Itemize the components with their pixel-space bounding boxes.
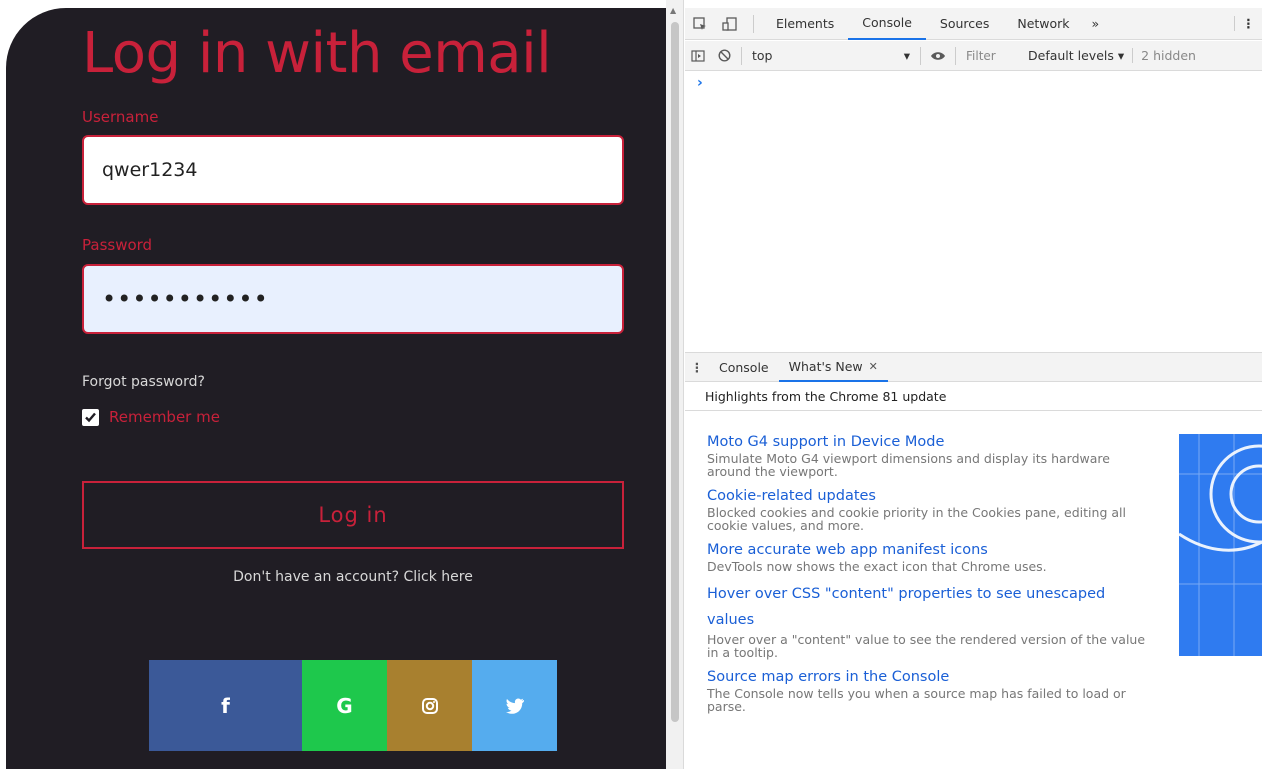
toolbar-divider bbox=[955, 46, 956, 65]
toolbar-divider bbox=[753, 14, 754, 33]
instagram-button[interactable] bbox=[387, 660, 472, 751]
facebook-button[interactable]: f bbox=[149, 660, 302, 751]
sidebar-toggle-icon[interactable] bbox=[685, 41, 711, 71]
news-link[interactable]: Hover over CSS "content" properties to s… bbox=[707, 581, 1147, 633]
list-item: Moto G4 support in Device Mode Simulate … bbox=[707, 432, 1147, 478]
clear-console-icon[interactable] bbox=[711, 41, 737, 71]
device-toolbar-icon[interactable] bbox=[715, 8, 745, 40]
drawer-menu-icon[interactable]: ⋮ bbox=[685, 360, 709, 375]
devtools-menu-icon[interactable]: ⋮ bbox=[1234, 16, 1262, 31]
instagram-icon bbox=[421, 697, 438, 714]
login-button[interactable]: Log in bbox=[82, 481, 624, 549]
check-icon bbox=[85, 412, 96, 422]
remember-me-label: Remember me bbox=[109, 408, 220, 426]
news-description: Hover over a "content" value to see the … bbox=[707, 632, 1146, 660]
console-prompt-icon: › bbox=[697, 75, 703, 91]
twitter-icon bbox=[505, 698, 524, 714]
list-item: More accurate web app manifest icons Dev… bbox=[707, 540, 1147, 573]
drawer-tab-whats-new[interactable]: What's New ✕ bbox=[778, 352, 888, 382]
password-label: Password bbox=[82, 236, 153, 254]
social-login-row: f G bbox=[149, 660, 557, 751]
list-item: Cookie-related updates Blocked cookies a… bbox=[707, 486, 1147, 532]
drawer-tabbar: ⋮ Console What's New ✕ bbox=[685, 352, 1262, 382]
more-tabs-icon[interactable]: » bbox=[1084, 16, 1108, 31]
dropdown-arrow-icon: ▾ bbox=[903, 48, 910, 63]
password-field[interactable]: ••••••••••• bbox=[82, 264, 624, 334]
facebook-icon: f bbox=[221, 693, 230, 718]
news-link[interactable]: Source map errors in the Console bbox=[707, 667, 1147, 687]
live-expression-eye-icon[interactable] bbox=[925, 41, 951, 71]
close-icon[interactable]: ✕ bbox=[869, 360, 878, 373]
news-description: Blocked cookies and cookie priority in t… bbox=[707, 505, 1126, 533]
tab-elements[interactable]: Elements bbox=[762, 8, 848, 40]
news-description: DevTools now shows the exact icon that C… bbox=[707, 559, 1047, 574]
scrollbar-thumb[interactable] bbox=[671, 22, 679, 722]
forgot-password-link[interactable]: Forgot password? bbox=[82, 374, 205, 390]
page-title: Log in with email bbox=[82, 21, 552, 86]
toolbar-divider bbox=[920, 46, 921, 65]
username-field[interactable]: qwer1234 bbox=[82, 135, 624, 205]
context-value: top bbox=[752, 48, 773, 63]
filter-input[interactable]: Filter bbox=[960, 49, 1020, 63]
remember-me-row: Remember me bbox=[82, 408, 220, 426]
login-panel: Log in with email Username qwer1234 Pass… bbox=[6, 8, 666, 769]
inspect-element-icon[interactable] bbox=[685, 8, 715, 40]
remember-me-checkbox[interactable] bbox=[82, 408, 99, 426]
username-label: Username bbox=[82, 108, 159, 126]
news-link[interactable]: More accurate web app manifest icons bbox=[707, 540, 1147, 560]
whats-new-heading: Highlights from the Chrome 81 update bbox=[685, 383, 1262, 411]
news-link[interactable]: Moto G4 support in Device Mode bbox=[707, 432, 1147, 452]
context-selector[interactable]: top ▾ bbox=[746, 48, 916, 63]
news-description: Simulate Moto G4 viewport dimensions and… bbox=[707, 451, 1110, 479]
news-link[interactable]: Cookie-related updates bbox=[707, 486, 1147, 506]
list-item: Hover over CSS "content" properties to s… bbox=[707, 581, 1147, 659]
toolbar-divider bbox=[741, 46, 742, 65]
console-output[interactable]: › bbox=[685, 71, 1262, 352]
tab-sources[interactable]: Sources bbox=[926, 8, 1003, 40]
console-toolbar: top ▾ Filter Default levels ▾ 2 hidden bbox=[685, 41, 1262, 71]
promo-image bbox=[1179, 434, 1262, 656]
drawer-tab-whats-new-label: What's New bbox=[788, 358, 863, 374]
tab-network[interactable]: Network bbox=[1003, 8, 1083, 40]
google-icon: G bbox=[336, 693, 353, 718]
google-button[interactable]: G bbox=[302, 660, 387, 751]
page-scrollbar[interactable]: ▲ bbox=[666, 0, 684, 769]
list-item: Source map errors in the Console The Con… bbox=[707, 667, 1147, 713]
whats-new-list: Moto G4 support in Device Mode Simulate … bbox=[707, 432, 1147, 721]
devtools-panel: Elements Console Sources Network » ⋮ top… bbox=[685, 0, 1262, 769]
news-description: The Console now tells you when a source … bbox=[707, 686, 1126, 714]
tab-console[interactable]: Console bbox=[848, 8, 926, 40]
scroll-up-icon[interactable]: ▲ bbox=[670, 6, 676, 15]
log-levels-dropdown[interactable]: Default levels ▾ bbox=[1020, 48, 1132, 63]
twitter-button[interactable] bbox=[472, 660, 557, 751]
devtools-tabbar: Elements Console Sources Network » ⋮ bbox=[685, 8, 1262, 40]
hidden-count: 2 hidden bbox=[1132, 48, 1196, 63]
drawer-tab-console[interactable]: Console bbox=[709, 352, 779, 382]
signup-link[interactable]: Don't have an account? Click here bbox=[82, 569, 624, 585]
